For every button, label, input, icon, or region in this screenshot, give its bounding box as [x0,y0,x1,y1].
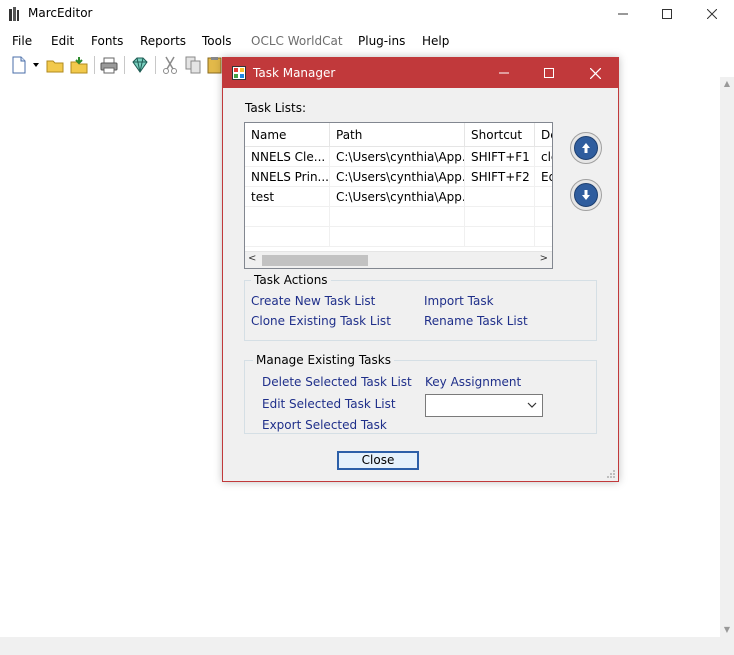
dialog-minimize-button[interactable] [481,58,527,88]
column-header-shortcut[interactable]: Shortcut [465,123,535,147]
cell-name: NNELS Prin... [245,167,330,187]
cell-description [535,187,552,207]
cell-shortcut: SHIFT+F2 [465,167,535,187]
table-row-empty [245,227,552,247]
resize-grip-icon[interactable] [606,469,616,479]
cut-icon[interactable] [161,56,179,74]
menu-edit[interactable]: Edit [51,34,74,48]
scrollbar-thumb[interactable] [262,255,368,266]
cell-empty [245,227,330,247]
cell-description: cle [535,147,552,167]
new-file-icon[interactable] [10,56,28,74]
scroll-up-icon[interactable]: ▲ [720,77,734,91]
toolbar-separator [94,56,95,74]
task-manager-icon [232,66,246,80]
rename-task-list-link[interactable]: Rename Task List [424,314,528,328]
chevron-down-icon [527,402,537,408]
toolbar-separator [124,56,125,74]
copy-icon[interactable] [184,56,202,74]
close-window-button[interactable] [689,0,734,28]
scroll-left-icon[interactable]: < [248,253,256,264]
cell-empty [330,227,465,247]
marceditor-app-icon [9,7,19,21]
cell-path: C:\Users\cynthia\App... [330,147,465,167]
print-icon[interactable] [100,56,118,74]
move-down-button[interactable] [570,179,602,211]
column-header-path[interactable]: Path [330,123,465,147]
menu-oclc-worldcat[interactable]: OCLC WorldCat [251,34,343,48]
task-manager-dialog: Task Manager Task Lists: Name Path Short… [222,57,619,482]
table-horizontal-scrollbar[interactable]: < > [245,251,552,268]
column-header-description[interactable]: De [535,123,552,147]
cell-shortcut: SHIFT+F1 [465,147,535,167]
key-assignment-dropdown[interactable] [425,394,543,417]
maximize-icon [662,9,672,19]
export-selected-task-link[interactable]: Export Selected Task [262,418,387,432]
table-row[interactable]: NNELS Cle... C:\Users\cynthia\App... SHI… [245,147,552,167]
minimize-icon [618,13,628,15]
cell-description: Ed [535,167,552,187]
task-actions-title: Task Actions [251,273,331,287]
arrow-down-icon [582,190,590,200]
scroll-down-icon[interactable]: ▼ [720,623,734,637]
table-header: Name Path Shortcut De [245,123,552,147]
table-row-empty [245,207,552,227]
column-header-name[interactable]: Name [245,123,330,147]
menu-help[interactable]: Help [422,34,449,48]
minimize-button[interactable] [600,0,646,28]
menu-bar: File Edit Fonts Reports Tools OCLC World… [0,30,734,52]
save-folder-icon[interactable] [70,56,88,74]
cell-name: NNELS Cle... [245,147,330,167]
minimize-icon [499,72,509,74]
open-folder-icon[interactable] [46,56,64,74]
menu-file[interactable]: File [12,34,32,48]
task-lists-label: Task Lists: [245,101,306,115]
cell-empty [330,207,465,227]
status-bar [0,637,734,655]
move-up-button[interactable] [570,132,602,164]
paste-icon[interactable] [206,56,222,74]
menu-plug-ins[interactable]: Plug-ins [358,34,405,48]
validate-gem-icon[interactable] [131,56,149,74]
maximize-icon [544,68,554,78]
close-button[interactable]: Close [337,451,419,470]
delete-selected-task-list-link[interactable]: Delete Selected Task List [262,375,412,389]
toolbar-separator [155,56,156,74]
import-task-link[interactable]: Import Task [424,294,494,308]
dialog-close-x-button[interactable] [572,58,618,88]
dialog-maximize-button[interactable] [526,58,572,88]
arrow-up-icon [582,143,590,153]
task-lists-table[interactable]: Name Path Shortcut De NNELS Cle... C:\Us… [244,122,553,269]
scroll-right-icon[interactable]: > [540,253,548,264]
close-icon [707,9,717,19]
clone-existing-task-list-link[interactable]: Clone Existing Task List [251,314,391,328]
cell-empty [465,207,535,227]
cell-empty [245,207,330,227]
cell-path: C:\Users\cynthia\App... [330,187,465,207]
dropdown-arrow-icon[interactable] [32,62,40,68]
main-titlebar: MarcEditor [0,0,734,28]
maximize-button[interactable] [644,0,690,28]
edit-selected-task-list-link[interactable]: Edit Selected Task List [262,397,396,411]
create-new-task-list-link[interactable]: Create New Task List [251,294,375,308]
dialog-title: Task Manager [253,66,336,80]
menu-tools[interactable]: Tools [202,34,232,48]
cell-name: test [245,187,330,207]
table-row[interactable]: test C:\Users\cynthia\App... [245,187,552,207]
manage-existing-tasks-title: Manage Existing Tasks [253,353,394,367]
cell-empty [465,227,535,247]
cell-shortcut [465,187,535,207]
menu-reports[interactable]: Reports [140,34,186,48]
dialog-titlebar: Task Manager [223,58,618,88]
main-vertical-scrollbar[interactable]: ▲ ▼ [720,77,734,637]
table-row[interactable]: NNELS Prin... C:\Users\cynthia\App... SH… [245,167,552,187]
task-actions-group: Task Actions [244,273,597,341]
menu-fonts[interactable]: Fonts [91,34,123,48]
cell-path: C:\Users\cynthia\App... [330,167,465,187]
main-window-title: MarcEditor [28,6,93,20]
key-assignment-link[interactable]: Key Assignment [425,375,521,389]
close-icon [589,67,601,79]
